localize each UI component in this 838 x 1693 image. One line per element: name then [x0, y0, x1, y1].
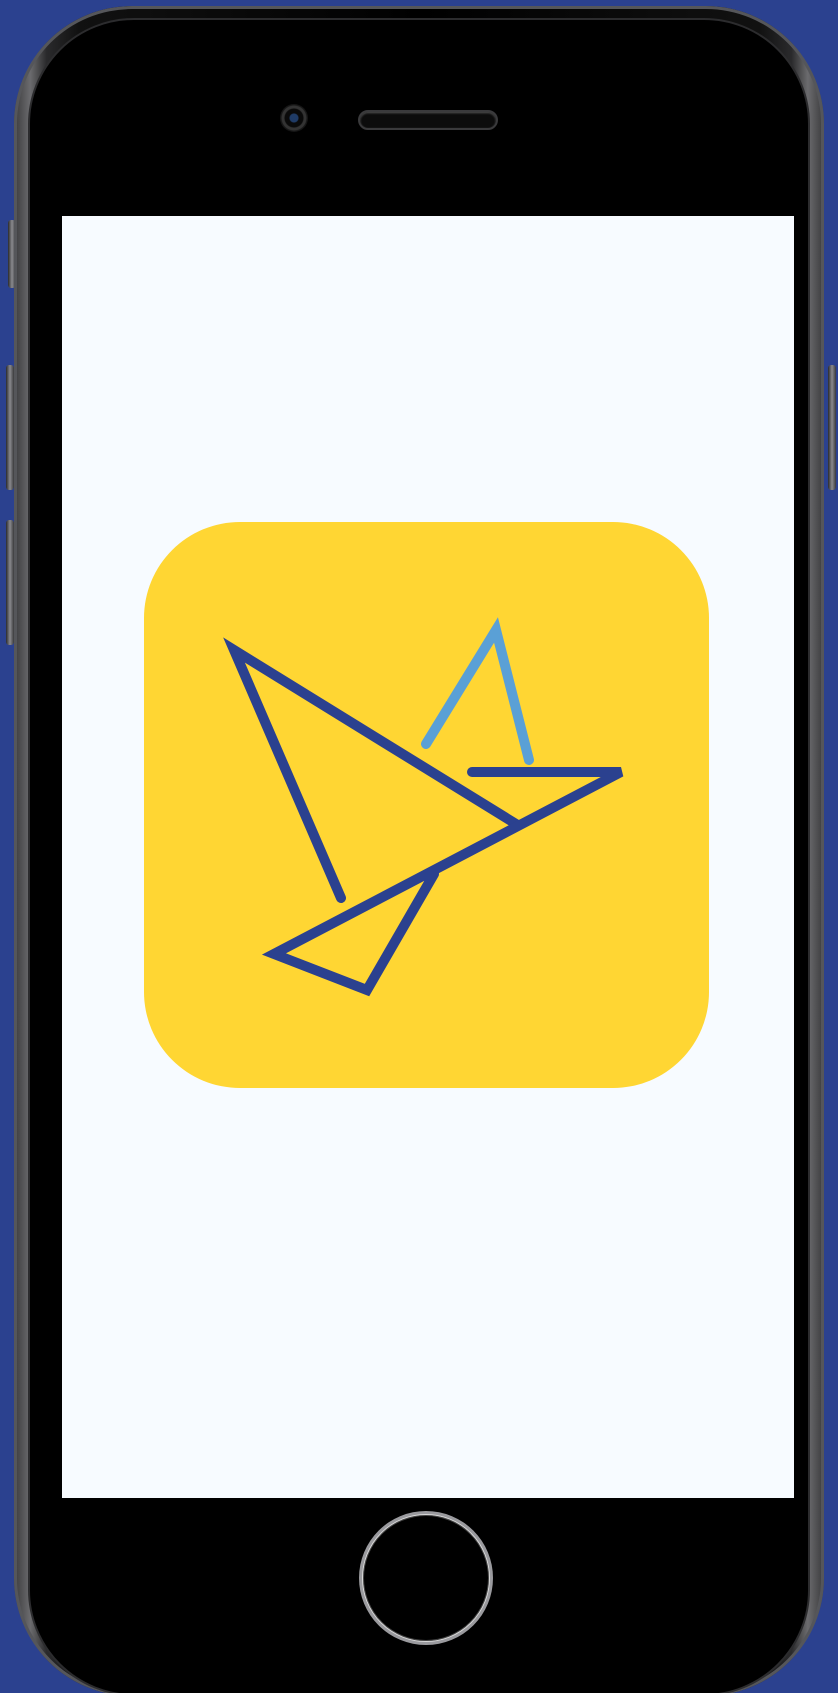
home-button[interactable] — [362, 1514, 490, 1642]
front-camera-icon — [280, 104, 308, 132]
app-icon[interactable] — [144, 522, 709, 1088]
volume-down-button — [6, 520, 14, 645]
volume-up-button — [6, 365, 14, 490]
origami-bird-logo-icon — [223, 617, 624, 997]
phone-screen — [62, 216, 794, 1498]
earpiece-speaker — [358, 110, 498, 130]
page-background — [0, 0, 838, 1693]
power-button — [828, 365, 836, 490]
